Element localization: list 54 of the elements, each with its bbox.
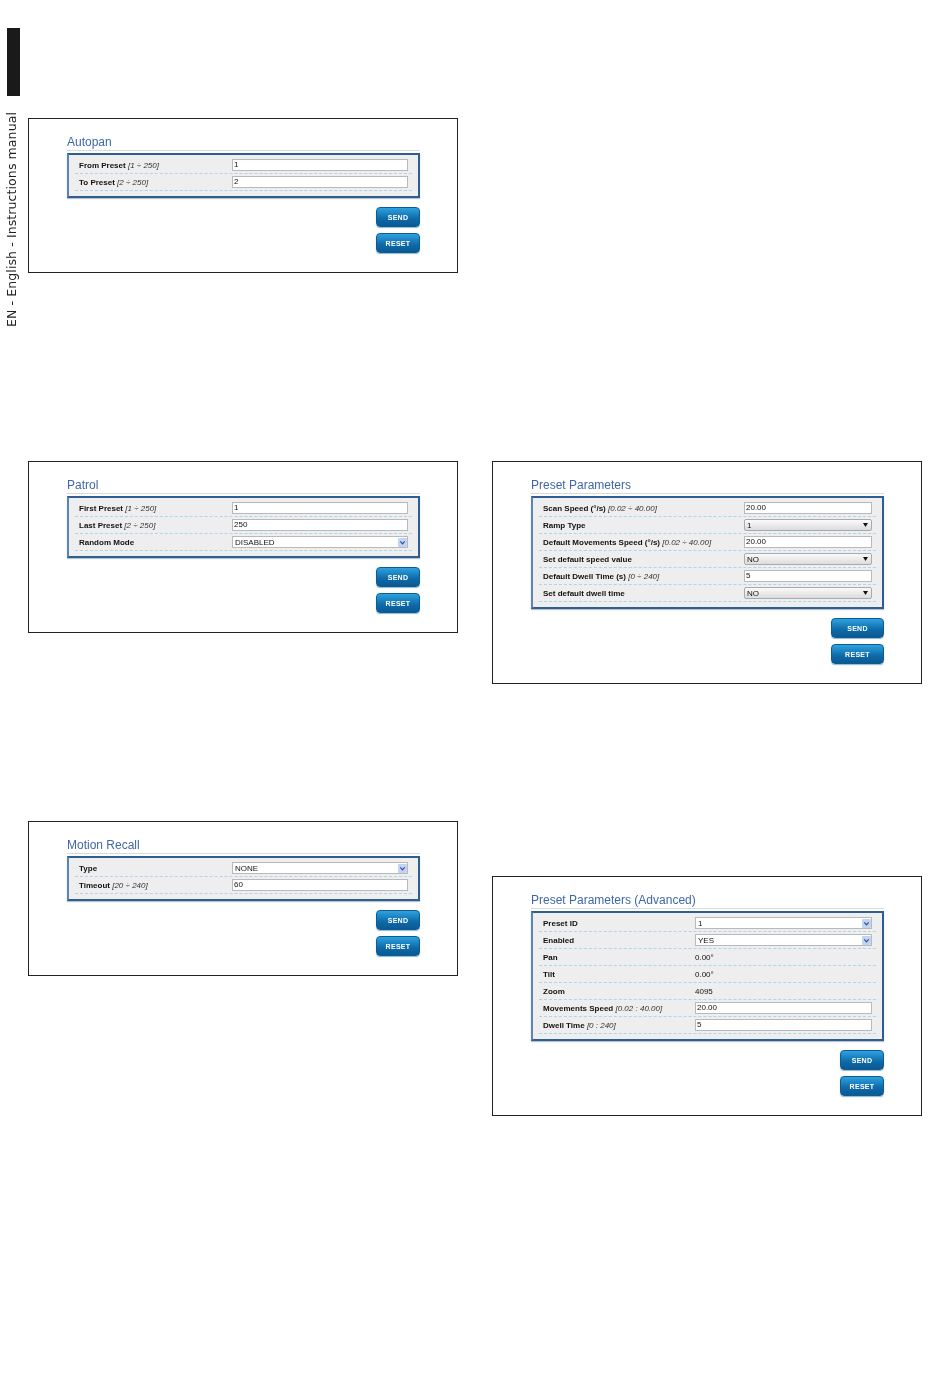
section-label: EN - English - Instructions manual [4, 112, 19, 327]
input-field[interactable]: 1 [232, 159, 408, 171]
triangle-down-icon [863, 557, 868, 561]
readout-value: 0.00° [695, 952, 714, 962]
select-field[interactable]: 1 [695, 917, 872, 929]
readout-value: 4095 [695, 986, 713, 996]
input-field[interactable]: 250 [232, 519, 408, 531]
triangle-down-icon [863, 523, 868, 527]
input-field[interactable]: 60 [232, 879, 408, 891]
input-field[interactable]: 2 [232, 176, 408, 188]
field-label: Enabled [543, 935, 576, 945]
chevron-down-icon [862, 935, 871, 945]
chevron-down-icon [398, 537, 407, 547]
field-label: Set default dwell time [543, 588, 626, 598]
input-field[interactable]: 1 [232, 502, 408, 514]
field-label: Dwell Time [0 : 240] [543, 1020, 617, 1030]
field-label: Timeout [20 ÷ 240] [79, 880, 149, 890]
field-label: Default Dwell Time (s) [0 ÷ 240] [543, 571, 661, 581]
field-label: First Preset [1 ÷ 250] [79, 503, 158, 513]
input-field[interactable]: 5 [744, 570, 872, 582]
field-label: From Preset [1 ÷ 250] [79, 160, 160, 170]
chevron-down-icon [398, 863, 407, 873]
field-label: Ramp Type [543, 520, 587, 530]
field-label: Preset ID [543, 918, 579, 928]
input-field[interactable]: 5 [695, 1019, 872, 1031]
select-field[interactable]: DISABLED [232, 536, 408, 548]
panel-title: Patrol [67, 478, 420, 494]
panel-title: Preset Parameters (Advanced) [531, 893, 884, 909]
field-label: Type [79, 863, 99, 873]
input-field[interactable]: 20.00 [744, 536, 872, 548]
page-marker-bar [7, 28, 20, 96]
panel-title: Motion Recall [67, 838, 420, 854]
dropdown-field[interactable]: 1 [744, 519, 872, 531]
panel-title: Preset Parameters [531, 478, 884, 494]
input-field[interactable]: 20.00 [695, 1002, 872, 1014]
field-label: Set default speed value [543, 554, 633, 564]
field-label: Random Mode [79, 537, 136, 547]
chevron-down-icon [862, 918, 871, 928]
dropdown-field[interactable]: NO [744, 553, 872, 565]
input-field[interactable]: 20.00 [744, 502, 872, 514]
select-field[interactable]: YES [695, 934, 872, 946]
field-label: Scan Speed (°/s) [0.02 ÷ 40.00] [543, 503, 658, 513]
select-field[interactable]: NONE [232, 862, 408, 874]
field-label: Pan [543, 952, 559, 962]
field-label: Tilt [543, 969, 556, 979]
field-label: To Preset [2 ÷ 250] [79, 177, 150, 187]
dropdown-field[interactable]: NO [744, 587, 872, 599]
field-label: Default Movements Speed (°/s) [0.02 ÷ 40.00] [543, 537, 713, 547]
field-label: Movements Speed [0.02 : 40.00] [543, 1003, 664, 1013]
panel-title: Autopan [67, 135, 420, 151]
readout-value: 0.00° [695, 969, 714, 979]
triangle-down-icon [863, 591, 868, 595]
field-label: Zoom [543, 986, 566, 996]
field-label: Last Preset [2 ÷ 250] [79, 520, 157, 530]
